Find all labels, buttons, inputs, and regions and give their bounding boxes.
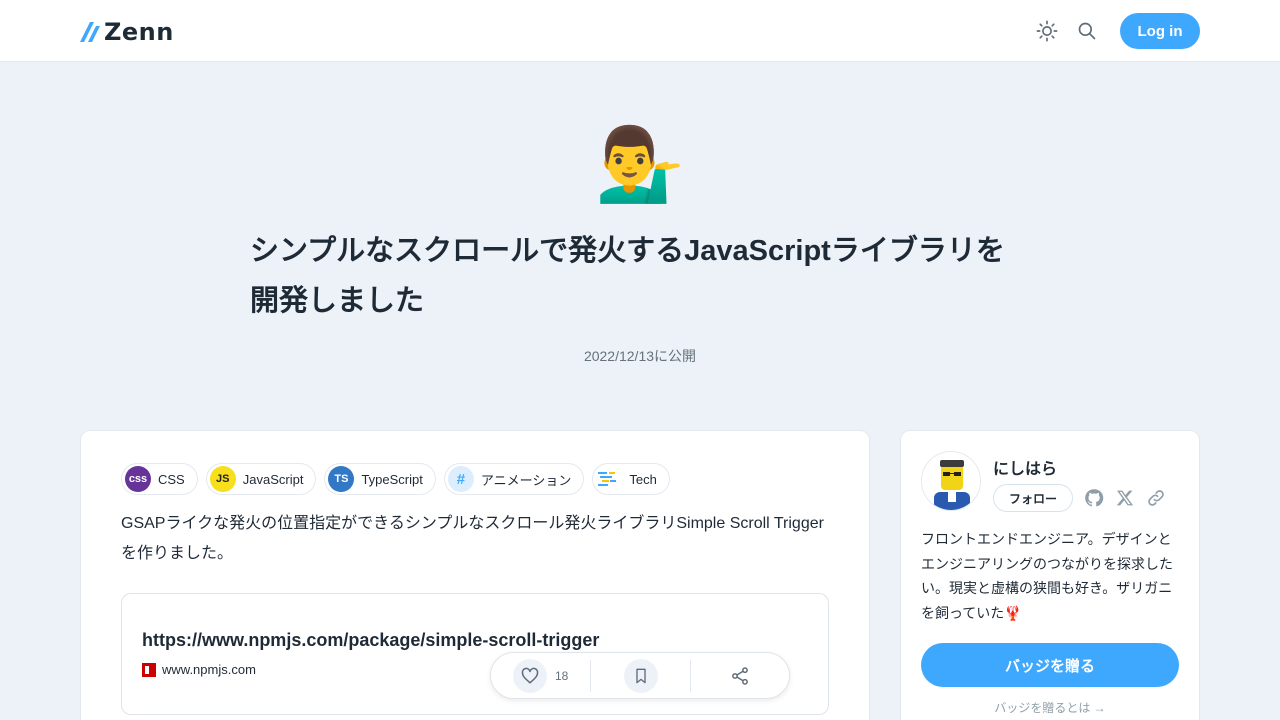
published-date: 2022/12/13に公開: [583, 348, 697, 364]
x-link[interactable]: [1114, 487, 1136, 509]
link-icon: [1148, 490, 1164, 506]
send-badge-button[interactable]: バッジを贈る: [921, 643, 1179, 687]
topic-label: アニメーション: [480, 472, 572, 488]
javascript-icon: JS: [209, 466, 236, 492]
author-avatar[interactable]: [921, 451, 981, 511]
topic-label: TypeScript: [361, 471, 423, 487]
like-count: 18: [554, 668, 569, 683]
what-is-badge-link[interactable]: バッジを贈るとは →: [901, 699, 1199, 716]
article-intro: GSAPライクな発火の位置指定ができるシンプルなスクロール発火ライブラリSimp…: [121, 515, 824, 562]
css-icon: css: [125, 466, 151, 492]
login-button[interactable]: Log in: [1120, 13, 1200, 49]
topic-label: JavaScript: [242, 471, 304, 487]
github-icon: [1085, 489, 1104, 507]
x-icon: [1116, 490, 1134, 506]
github-link[interactable]: [1083, 487, 1105, 509]
topic-list: css CSS JS JavaScript TS TypeScript # アニ…: [121, 463, 670, 495]
heart-icon: [512, 658, 547, 693]
topic-tech[interactable]: Tech: [592, 463, 670, 495]
topic-label: Tech: [629, 471, 657, 487]
npm-favicon-icon: [142, 662, 156, 677]
typescript-icon: TS: [328, 466, 355, 492]
article-title: シンプルなスクロールで発火するJavaScriptライブラリを開発しました: [250, 235, 1005, 317]
website-link[interactable]: [1145, 487, 1167, 509]
like-button[interactable]: 18: [491, 653, 590, 698]
bookmark-button[interactable]: [591, 653, 689, 698]
author-name[interactable]: にしはら: [993, 455, 1057, 479]
search-icon: [1078, 22, 1096, 40]
author-card: にしはら フォロー フロントエンドエンジニア。デザインとエンジニアリングのつなが…: [900, 430, 1200, 720]
hashtag-icon: #: [447, 466, 474, 492]
link-card-domain: www.npmjs.com: [162, 662, 256, 677]
link-card-site: www.npmjs.com: [142, 662, 256, 677]
topic-javascript[interactable]: JS JavaScript: [205, 463, 317, 495]
topic-typescript[interactable]: TS TypeScript: [324, 463, 436, 495]
article-emoji: 💁‍♂️: [595, 125, 685, 205]
zenn-logo-icon: [80, 22, 100, 42]
theme-toggle-button[interactable]: [1035, 19, 1059, 43]
topic-label: CSS: [158, 471, 185, 487]
topic-css[interactable]: css CSS: [121, 463, 198, 495]
follow-button[interactable]: フォロー: [993, 484, 1073, 512]
share-icon: [731, 666, 748, 685]
zenn-logo[interactable]: Zenn: [80, 18, 174, 46]
logo-text: Zenn: [104, 18, 174, 46]
author-bio: フロントエンドエンジニア。デザインとエンジニアリングのつながりを探求したい。現実…: [921, 531, 1173, 621]
topic-animation[interactable]: # アニメーション: [443, 463, 585, 495]
avatar-image-icon: [922, 452, 980, 510]
floating-action-bar: 18: [490, 652, 790, 699]
bookmark-icon: [623, 658, 658, 693]
link-card-url: https://www.npmjs.com/package/simple-scr…: [142, 630, 600, 650]
tech-icon: [596, 466, 623, 492]
search-button[interactable]: [1075, 19, 1099, 43]
sun-icon: [1036, 20, 1058, 42]
share-button[interactable]: [691, 653, 789, 698]
site-header: Zenn Log in: [0, 0, 1280, 62]
